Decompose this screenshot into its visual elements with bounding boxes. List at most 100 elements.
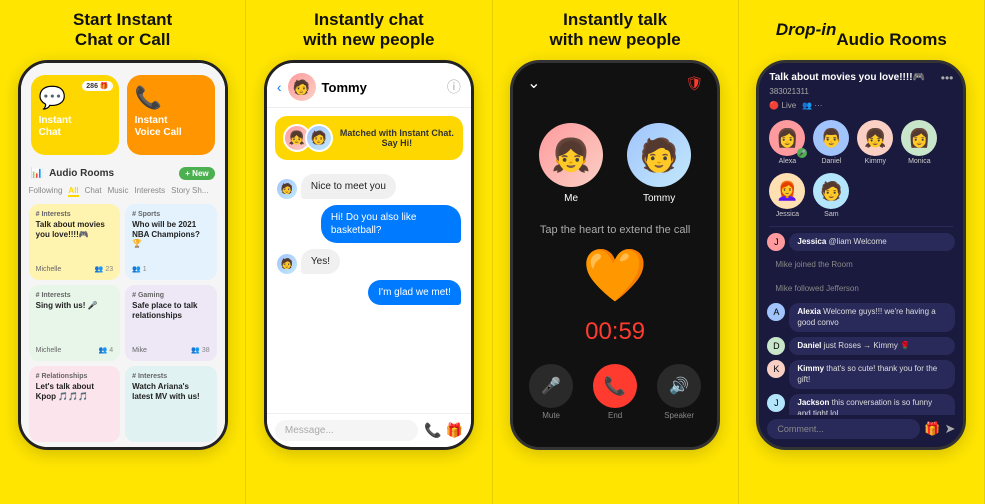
speaker-label: Speaker [664, 411, 694, 420]
room-count: 👥 38 [191, 346, 209, 354]
room-card[interactable]: # Interests Sing with us! 🎤 Michelle 👥 4 [29, 285, 121, 361]
chat-label: InstantChat [39, 115, 72, 139]
message-bubble: I'm glad we met! [368, 280, 461, 305]
end-button[interactable]: 📞 [593, 364, 637, 408]
speaker-control[interactable]: 🔊 Speaker [657, 364, 701, 420]
chat-msg-bubble: Jessica @liam Welcome [789, 233, 955, 251]
tab-story[interactable]: Story Sh... [171, 186, 208, 197]
chat-badge: 286 🎁 [82, 81, 112, 91]
caller-tommy: 🧑 Tommy [627, 123, 691, 204]
room-title: Talk about movies you love!!!!🎮 [36, 220, 114, 263]
panel4-title: Drop-inAudio Rooms [776, 8, 947, 52]
room-count: 👥 4 [99, 346, 114, 354]
phone3: ⌄ 🛡 👧 Me 🧑 Tommy Tap the heart to extend… [510, 60, 720, 450]
instant-chat-card[interactable]: 286 🎁 💬 InstantChat [31, 75, 119, 155]
tab-music[interactable]: Music [108, 186, 129, 197]
room-card[interactable]: # Interests Watch Ariana's latest MV wit… [125, 366, 217, 442]
room-title: Safe place to talk relationships [132, 301, 210, 344]
message-avatar: 🧑 [277, 254, 297, 274]
match-banner: 👧 🧑 Matched with Instant Chat. Say Hi! [275, 116, 463, 160]
chat-msg-avatar: A [767, 303, 785, 321]
chat-avatar: 🧑 [288, 73, 316, 101]
heart-icon[interactable]: 🧡 [583, 250, 648, 302]
mute-control[interactable]: 🎤 Mute [529, 364, 573, 420]
speaker-avatar: 👨 [813, 120, 849, 156]
gift-icon[interactable]: 🎁 [924, 421, 940, 437]
mute-button[interactable]: 🎤 [529, 364, 573, 408]
panel-instant-talk: Instantly talkwith new people ⌄ 🛡 👧 Me 🧑… [493, 0, 739, 504]
my-label: Me [564, 193, 578, 204]
match-avatar-tommy: 🧑 [305, 124, 333, 152]
end-control[interactable]: 📞 End [593, 364, 637, 420]
phone-icon[interactable]: 📞 [424, 422, 441, 439]
message-bubble: Yes! [301, 249, 340, 274]
call-timer: 00:59 [585, 318, 645, 346]
room-category: # Interests [132, 373, 210, 380]
room-title: Sing with us! 🎤 [36, 301, 114, 344]
chat-msg-avatar: J [767, 233, 785, 251]
chevron-down-icon[interactable]: ⌄ [527, 73, 540, 93]
info-icon[interactable]: ⓘ [447, 77, 461, 97]
chat-msg-avatar: K [767, 360, 785, 378]
panel3-title: Instantly talkwith new people [549, 8, 680, 52]
tab-interests[interactable]: Interests [134, 186, 165, 197]
comment-input[interactable]: Comment... [767, 419, 920, 439]
call-controls: 🎤 Mute 📞 End 🔊 Speaker [529, 364, 701, 420]
tommy-avatar: 🧑 [627, 123, 691, 187]
shield-icon[interactable]: 🛡 [685, 75, 703, 92]
new-room-button[interactable]: + New [179, 167, 214, 180]
chat-message: Mike followed Jefferson [767, 280, 955, 298]
back-icon[interactable]: ‹ [277, 79, 282, 95]
caller-me: 👧 Me [539, 123, 603, 204]
speaker-button[interactable]: 🔊 [657, 364, 701, 408]
room-category: # Interests [36, 211, 114, 218]
message-avatar: 🧑 [277, 179, 297, 199]
chat-message: A Alexia Welcome guys!!! we're having a … [767, 303, 955, 332]
gift-icon[interactable]: 🎁 [445, 422, 462, 439]
speaker-name: Daniel [821, 158, 841, 165]
chat-msg-bubble: Kimmy that's so cute! thank you for the … [789, 360, 955, 389]
tab-following[interactable]: Following [29, 186, 63, 197]
message-bubble: Hi! Do you also like basketball? [321, 205, 461, 243]
room-card[interactable]: # Sports Who will be 2021 NBA Champions?… [125, 204, 217, 280]
chat-header: ‹ 🧑 Tommy ⓘ [267, 63, 471, 108]
room-category: # Sports [132, 211, 210, 218]
panel-instant-chat: Instantly chatwith new people ‹ 🧑 Tommy … [246, 0, 492, 504]
phone1: 286 🎁 💬 InstantChat 📞 InstantVoice Call … [18, 60, 228, 450]
chat-message: K Kimmy that's so cute! thank you for th… [767, 360, 955, 389]
panel1-title: Start InstantChat or Call [73, 8, 172, 52]
room-audience-count: 👥 ··· [802, 101, 822, 110]
room-card[interactable]: # Relationships Let's talk about Kpop 🎵🎵… [29, 366, 121, 442]
chat-message: Mike joined the Room [767, 256, 955, 274]
chat-msg-bubble: Alexia Welcome guys!!! we're having a go… [789, 303, 955, 332]
call-header: ⌄ 🛡 [513, 63, 717, 93]
message-row: Hi! Do you also like basketball? [277, 205, 461, 243]
tab-all[interactable]: All [68, 186, 78, 197]
speaker-alexa: 👩 🎤 Alexa [769, 120, 805, 165]
phone2: ‹ 🧑 Tommy ⓘ 👧 🧑 Matched with Instant Cha… [264, 60, 474, 450]
room-chat: J Jessica @liam Welcome Mike joined the … [759, 229, 963, 415]
message-row: 🧑 Yes! [277, 249, 461, 274]
speaker-name: Sam [824, 211, 838, 218]
chat-msg-bubble: Jackson this conversation is so funny an… [789, 394, 955, 415]
message-input[interactable]: Message... [275, 420, 418, 441]
speaker-monica: 👩 Monica [901, 120, 937, 165]
room-header: Talk about movies you love!!!!🎮 ••• 3830… [759, 63, 963, 114]
speaker-avatar: 👩‍🦰 [769, 173, 805, 209]
room-card[interactable]: # Gaming Safe place to talk relationship… [125, 285, 217, 361]
tab-chat[interactable]: Chat [85, 186, 102, 197]
send-icon[interactable]: ➤ [944, 421, 955, 437]
panel-audio-rooms: Drop-inAudio Rooms Talk about movies you… [739, 0, 985, 504]
chat-message: J Jessica @liam Welcome [767, 233, 955, 251]
chat-msg-avatar: J [767, 394, 785, 412]
phone1-tabs: Following All Chat Music Interests Story… [21, 184, 225, 199]
room-count: 👥 1 [132, 265, 147, 273]
instant-call-card[interactable]: 📞 InstantVoice Call [127, 75, 215, 155]
speaker-name: Monica [908, 158, 931, 165]
panel2-title: Instantly chatwith new people [303, 8, 434, 52]
room-speakers: 👩 🎤 Alexa 👨 Daniel 👧 Kimmy [759, 114, 963, 224]
dots-icon[interactable]: ••• [941, 71, 954, 85]
room-input-bar: Comment... 🎁 ➤ [759, 415, 963, 447]
chat-msg-avatar: D [767, 337, 785, 355]
room-card[interactable]: # Interests Talk about movies you love!!… [29, 204, 121, 280]
